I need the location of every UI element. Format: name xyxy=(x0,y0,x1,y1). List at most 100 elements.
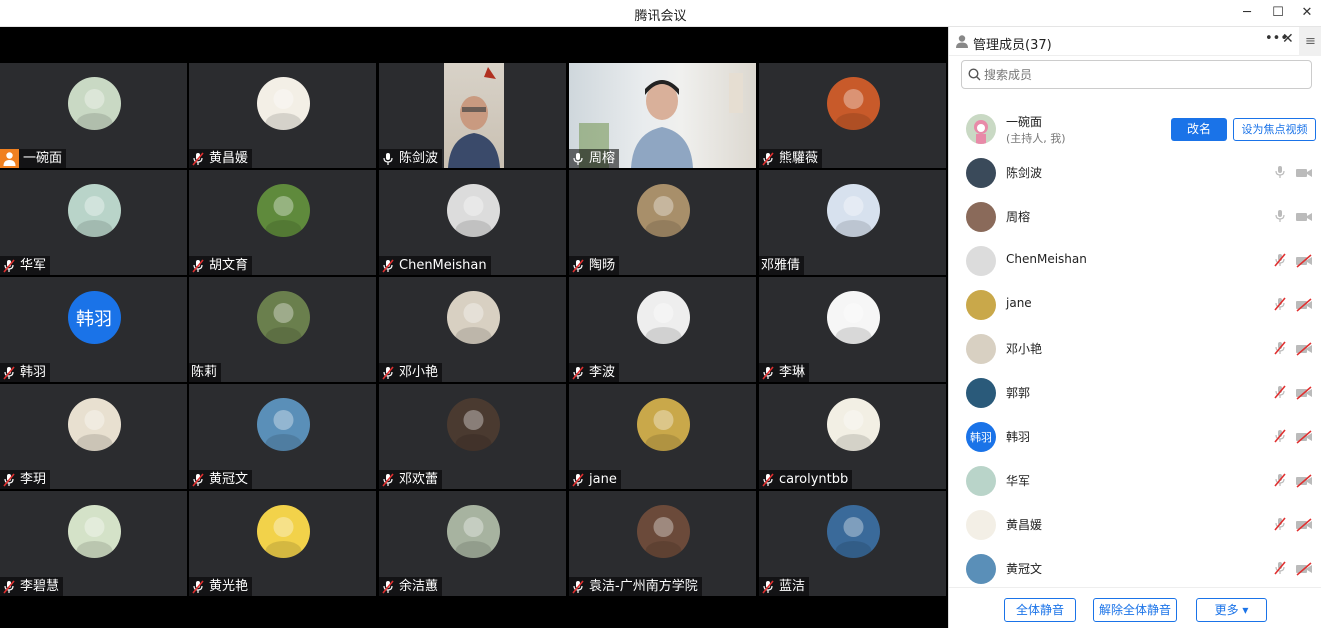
member-row[interactable]: 郭郭 xyxy=(949,371,1321,415)
video-tile[interactable]: 周榕 xyxy=(569,63,756,168)
participant-name: 韩羽 xyxy=(20,365,47,380)
video-tile[interactable]: 黄昌媛 xyxy=(189,63,376,168)
camera-off-icon[interactable] xyxy=(1295,473,1313,489)
video-tile[interactable]: 陈剑波 xyxy=(379,63,566,168)
mic-muted-icon xyxy=(761,472,775,487)
mic-muted-icon[interactable] xyxy=(1273,428,1287,446)
video-tile[interactable]: jane xyxy=(569,384,756,489)
camera-off-icon[interactable] xyxy=(1295,341,1313,357)
member-search[interactable] xyxy=(961,60,1312,89)
participant-name-tag: 一碗面 xyxy=(0,149,67,168)
mic-muted-icon[interactable] xyxy=(1273,252,1287,270)
camera-off-icon[interactable] xyxy=(1295,297,1313,313)
avatar xyxy=(67,505,121,558)
video-tile[interactable]: 李玥 xyxy=(0,384,187,489)
video-tile[interactable]: carolyntbb xyxy=(759,384,946,489)
participant-name-tag: 余洁蕙 xyxy=(379,577,443,596)
search-input[interactable] xyxy=(984,65,1304,85)
avatar xyxy=(67,398,121,451)
mic-muted-icon[interactable] xyxy=(1273,560,1287,578)
participant-name-tag: 邓欢蕾 xyxy=(379,470,443,489)
video-tile[interactable]: 华军 xyxy=(0,170,187,275)
member-name: 韩羽 xyxy=(1006,430,1031,444)
avatar xyxy=(966,510,996,540)
avatar xyxy=(256,77,310,130)
participant-name: jane xyxy=(589,472,617,487)
mic-icon[interactable] xyxy=(1273,164,1287,182)
video-tile[interactable]: 李波 xyxy=(569,277,756,382)
video-tile[interactable]: 陈莉 xyxy=(189,277,376,382)
unmute-all-button[interactable]: 解除全体静音 xyxy=(1093,598,1177,622)
camera-off-icon[interactable] xyxy=(1295,209,1313,225)
mic-muted-icon[interactable] xyxy=(1273,384,1287,402)
video-tile[interactable]: 袁洁-广州南方学院 xyxy=(569,491,756,596)
participant-name: 陈剑波 xyxy=(399,151,439,166)
panel-close-icon[interactable]: ✕ xyxy=(1282,31,1294,47)
member-row[interactable]: 黄昌媛 xyxy=(949,503,1321,547)
member-name: jane xyxy=(1006,296,1032,310)
mic-muted-icon[interactable] xyxy=(1273,516,1287,534)
mute-all-button[interactable]: 全体静音 xyxy=(1004,598,1076,622)
participant-name: ChenMeishan xyxy=(399,258,487,273)
rename-button[interactable]: 改名 xyxy=(1171,118,1227,141)
member-row[interactable]: ChenMeishan xyxy=(949,239,1321,283)
participant-name-tag: 蓝洁 xyxy=(759,577,810,596)
camera-off-icon[interactable] xyxy=(1295,561,1313,577)
video-tile[interactable]: 邓小艳 xyxy=(379,277,566,382)
camera-off-icon[interactable] xyxy=(1295,385,1313,401)
member-list: 一碗面 (主持人, 我) 改名 设为焦点视频 陈剑波 周榕 ChenMeishan j… xyxy=(949,107,1321,587)
member-name: 郭郭 xyxy=(1006,386,1031,400)
camera-off-icon[interactable] xyxy=(1295,253,1313,269)
video-tile[interactable]: 黄光艳 xyxy=(189,491,376,596)
member-name: 邓小艳 xyxy=(1006,342,1043,356)
video-tile[interactable]: 熊驩薇 xyxy=(759,63,946,168)
avatar xyxy=(966,158,996,188)
mic-muted-icon xyxy=(571,579,585,594)
member-row[interactable]: 黄冠文 xyxy=(949,547,1321,587)
member-row[interactable]: 陈剑波 xyxy=(949,151,1321,195)
participant-name: 黄光艳 xyxy=(209,579,249,594)
more-button[interactable]: 更多 ▾ xyxy=(1196,598,1267,622)
video-tile[interactable]: 李碧慧 xyxy=(0,491,187,596)
mic-muted-icon xyxy=(761,579,775,594)
member-row[interactable]: 邓小艳 xyxy=(949,327,1321,371)
mic-muted-icon[interactable] xyxy=(1273,340,1287,358)
close-icon[interactable]: ✕ xyxy=(1297,3,1317,23)
avatar xyxy=(256,505,310,558)
mic-muted-icon xyxy=(381,579,395,594)
menu-icon[interactable]: ≡ xyxy=(1299,27,1321,56)
member-row[interactable]: jane xyxy=(949,283,1321,327)
video-tile[interactable]: 邓雅倩 xyxy=(759,170,946,275)
avatar xyxy=(826,398,880,451)
video-tile[interactable]: 邓欢蕾 xyxy=(379,384,566,489)
video-tile[interactable]: 韩羽 韩羽 xyxy=(0,277,187,382)
camera-off-icon[interactable] xyxy=(1295,165,1313,181)
member-row[interactable]: 华军 xyxy=(949,459,1321,503)
camera-off-icon[interactable] xyxy=(1295,517,1313,533)
mic-muted-icon[interactable] xyxy=(1273,472,1287,490)
video-tile[interactable]: 余洁蕙 xyxy=(379,491,566,596)
mic-icon[interactable] xyxy=(1273,208,1287,226)
minimize-icon[interactable]: ─ xyxy=(1237,3,1257,23)
video-tile[interactable]: 黄冠文 xyxy=(189,384,376,489)
avatar xyxy=(966,554,996,584)
title-bar: 腾讯会议 ─ ☐ ✕ xyxy=(0,0,1321,27)
avatar xyxy=(636,505,690,558)
set-focus-video-button[interactable]: 设为焦点视频 xyxy=(1233,118,1316,141)
video-tile[interactable]: 胡文育 xyxy=(189,170,376,275)
member-name: 黄冠文 xyxy=(1006,562,1043,576)
video-tile[interactable]: ChenMeishan xyxy=(379,170,566,275)
camera-off-icon[interactable] xyxy=(1295,429,1313,445)
video-tile[interactable]: 蓝洁 xyxy=(759,491,946,596)
video-tile[interactable]: 陶旸 xyxy=(569,170,756,275)
video-area: 一碗面 黄昌媛 陈剑波 周榕 熊驩薇华军胡文育 ChenMeishan 陶旸 邓雅倩韩羽 韩羽陈… xyxy=(0,27,948,628)
participant-name: 胡文育 xyxy=(209,258,249,273)
maximize-icon[interactable]: ☐ xyxy=(1268,3,1288,23)
video-tile[interactable]: 李琳 xyxy=(759,277,946,382)
member-row[interactable]: 韩羽 韩羽 xyxy=(949,415,1321,459)
participant-name-tag: 黄昌媛 xyxy=(189,149,253,168)
member-row[interactable]: 周榕 xyxy=(949,195,1321,239)
mic-muted-icon[interactable] xyxy=(1273,296,1287,314)
participant-video xyxy=(444,63,504,168)
video-tile[interactable]: 一碗面 xyxy=(0,63,187,168)
